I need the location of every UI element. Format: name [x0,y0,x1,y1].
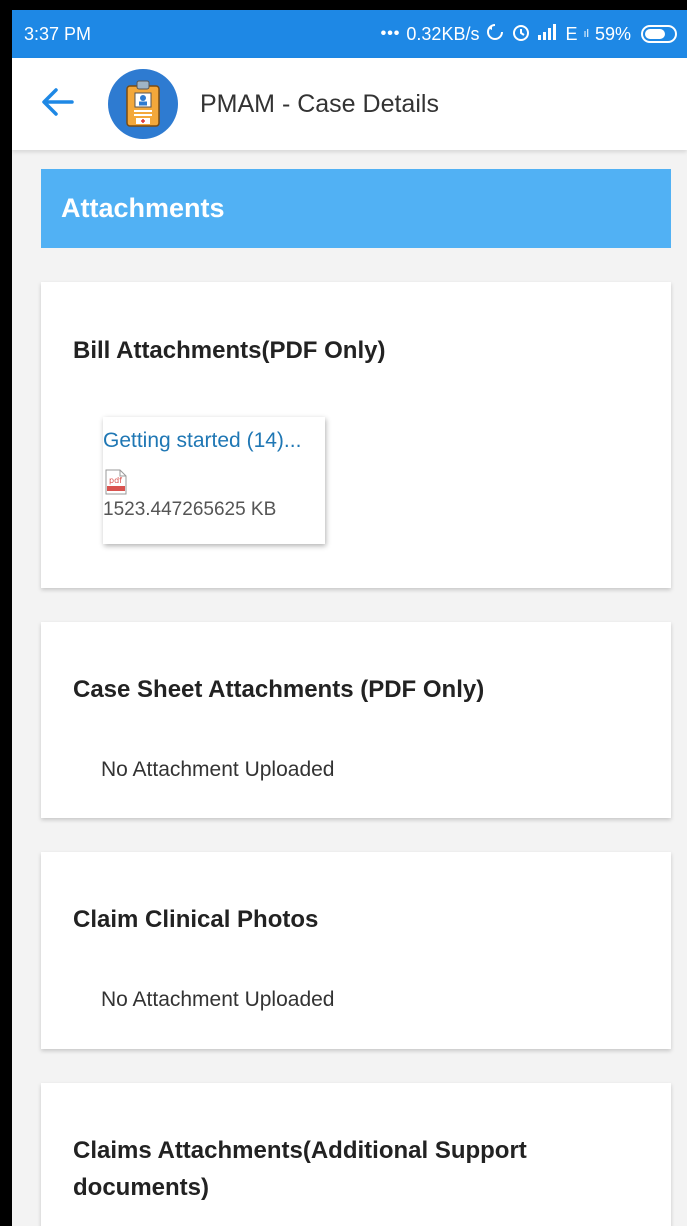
status-indicators: ••• 0.32KB/s E ıl 59% [381,22,677,47]
arrow-left-icon [40,87,74,122]
signal-icon [537,23,559,46]
card-title: Bill Attachments(PDF Only) [73,337,386,364]
pdf-file-icon: pdf [105,469,127,500]
status-bar: 3:37 PM ••• 0.32KB/s E ıl 59% [12,10,687,58]
card-title: Claim Clinical Photos [73,906,319,933]
attachment-file-size: 1523.447265625 KB [103,499,277,520]
network-sub: ıl [583,28,589,40]
battery-percent: 59% [594,23,631,44]
card-title: Claims Attachments(Additional Support do… [73,1137,527,1201]
screen: 3:37 PM ••• 0.32KB/s E ıl 59% PMAM - Cas… [12,10,687,1226]
attachment-file-name[interactable]: Getting started (14)... [103,429,301,453]
case-sheet-attachments-card: Case Sheet Attachments (PDF Only) No Att… [41,622,671,818]
page-title: PMAM - Case Details [200,89,439,118]
battery-icon [641,25,677,43]
card-title: Case Sheet Attachments (PDF Only) [73,676,485,703]
attachment-file-tile[interactable]: Getting started (14)... pdf 1523.4472656… [103,417,325,544]
attachments-section-header: Attachments [41,169,671,248]
net-speed: 0.32KB/s [406,23,480,44]
section-title: Attachments [61,193,225,223]
pdf-icon-label: pdf [109,476,122,485]
notification-dots-icon: ••• [380,25,401,42]
claims-attachments-card: Claims Attachments(Additional Support do… [41,1083,671,1226]
sync-icon [485,22,505,47]
bill-attachments-card: Bill Attachments(PDF Only) Getting start… [41,282,671,588]
id-badge-icon [108,69,178,139]
empty-state-text: No Attachment Uploaded [101,758,335,781]
app-bar: PMAM - Case Details [12,58,687,150]
status-time: 3:37 PM [24,23,92,44]
clinical-photos-card: Claim Clinical Photos No Attachment Uplo… [41,852,671,1049]
alarm-icon [511,22,531,47]
back-button[interactable] [12,58,102,150]
network-type: E [565,23,578,44]
empty-state-text: No Attachment Uploaded [101,988,335,1011]
